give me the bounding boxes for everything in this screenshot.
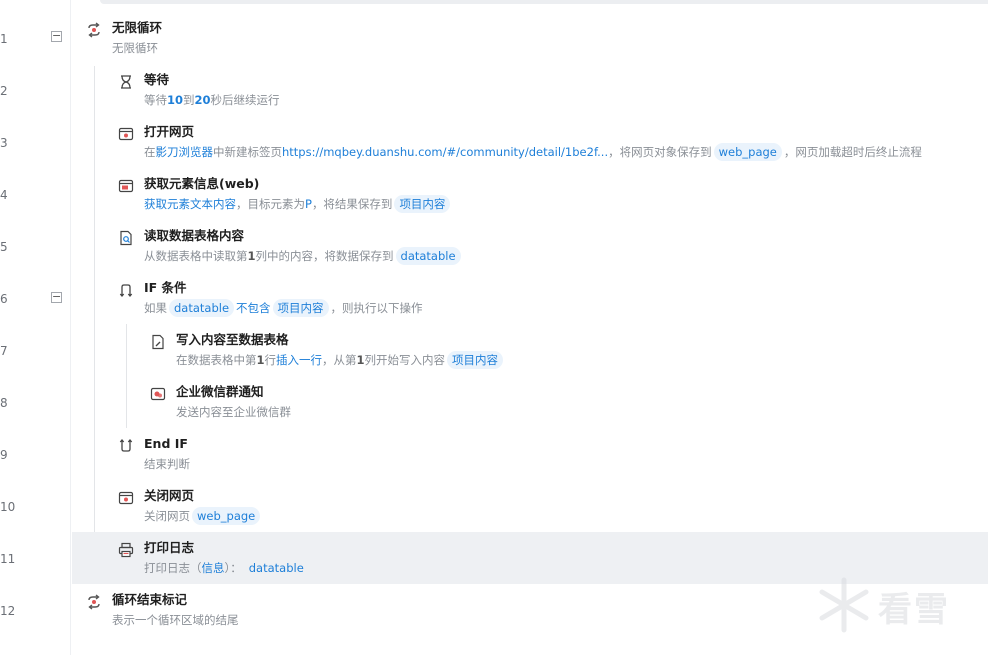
line-number: 9 bbox=[0, 448, 8, 462]
variable-tag: datatable bbox=[248, 561, 304, 575]
step-title: End IF bbox=[144, 436, 188, 451]
step-infinite-loop[interactable]: 无限循环 无限循环 bbox=[86, 20, 586, 60]
variable-tag: web_page bbox=[192, 507, 261, 525]
line-number: 4 bbox=[0, 188, 8, 202]
browser-window-icon bbox=[118, 127, 134, 141]
step-title: 关闭网页 bbox=[144, 488, 195, 503]
step-description: 打印日志（信息）： datatable bbox=[144, 559, 311, 577]
step-description: 从数据表格中读取第1列中的内容，将数据保存到 datatable bbox=[144, 247, 463, 265]
collapse-loop-button[interactable]: − bbox=[51, 30, 62, 42]
step-description: 获取元素文本内容，目标元素为P，将结果保存到 项目内容 bbox=[144, 195, 452, 213]
step-description: 无限循环 bbox=[112, 41, 158, 55]
line-number: 10 bbox=[0, 500, 16, 514]
web-element-icon bbox=[118, 179, 134, 193]
line-number: 7 bbox=[0, 344, 8, 358]
step-get-element-info[interactable]: 获取元素信息(web) 获取元素文本内容，目标元素为P，将结果保存到 项目内容 bbox=[118, 176, 618, 216]
step-title: 获取元素信息(web) bbox=[144, 176, 260, 191]
watermark: 看雪 bbox=[816, 576, 976, 634]
line-number: 3 bbox=[0, 136, 8, 150]
step-write-datatable[interactable]: 写入内容至数据表格 在数据表格中第1行插入一行，从第1列开始写入内容 项目内容 bbox=[150, 332, 650, 372]
hourglass-icon bbox=[121, 75, 131, 89]
step-description: 表示一个循环区域的结尾 bbox=[112, 613, 239, 627]
step-description: 发送内容至企业微信群 bbox=[176, 405, 291, 419]
step-end-if[interactable]: End IF 结束判断 bbox=[118, 436, 618, 476]
variable-tag: web_page bbox=[713, 143, 782, 161]
variable-tag: datatable bbox=[395, 247, 461, 265]
variable-tag: 项目内容 bbox=[447, 351, 504, 369]
step-title: 等待 bbox=[144, 72, 170, 87]
step-description: 关闭网页 web_page bbox=[144, 507, 262, 525]
step-title: 循环结束标记 bbox=[112, 592, 188, 607]
snowflake-icon bbox=[819, 577, 869, 633]
step-wait[interactable]: 等待 等待10到20秒后继续运行 bbox=[118, 72, 618, 112]
variable-tag: 项目内容 bbox=[272, 299, 329, 317]
step-loop-end[interactable]: 循环结束标记 表示一个循环区域的结尾 bbox=[86, 592, 586, 632]
line-number-gutter: 1 2 3 4 5 6 7 8 9 10 11 12 − − bbox=[0, 0, 71, 655]
browser-close-icon bbox=[118, 491, 134, 505]
variable-tag: 项目内容 bbox=[394, 195, 451, 213]
merge-icon bbox=[119, 438, 133, 452]
chat-notification-icon bbox=[150, 387, 166, 401]
document-search-icon bbox=[120, 230, 132, 246]
step-title: IF 条件 bbox=[144, 280, 187, 295]
step-description: 在数据表格中第1行插入一行，从第1列开始写入内容 项目内容 bbox=[176, 351, 505, 369]
step-description: 等待10到20秒后继续运行 bbox=[144, 93, 280, 107]
if-block-guide bbox=[126, 324, 127, 428]
step-print-log[interactable]: 打印日志 打印日志（信息）： datatable bbox=[118, 540, 618, 580]
step-description: 结束判断 bbox=[144, 457, 190, 471]
document-edit-icon bbox=[152, 334, 164, 350]
branch-icon bbox=[119, 284, 133, 298]
step-open-webpage[interactable]: 打开网页 在影刀浏览器中新建标签页https://mqbey.duanshu.c… bbox=[118, 124, 978, 164]
step-if-condition[interactable]: IF 条件 如果 datatable 不包含 项目内容 ，则执行以下操作 bbox=[118, 280, 618, 320]
watermark-text: 看雪 bbox=[878, 590, 950, 630]
loop-block-guide bbox=[94, 66, 95, 582]
step-wecom-notify[interactable]: 企业微信群通知 发送内容至企业微信群 bbox=[150, 384, 650, 424]
step-close-webpage[interactable]: 关闭网页 关闭网页 web_page bbox=[118, 488, 618, 528]
line-number: 5 bbox=[0, 240, 8, 254]
step-title: 读取数据表格内容 bbox=[144, 228, 245, 243]
line-number: 1 bbox=[0, 32, 8, 46]
step-title: 打印日志 bbox=[144, 540, 195, 555]
collapse-if-button[interactable]: − bbox=[51, 291, 62, 303]
step-read-datatable[interactable]: 读取数据表格内容 从数据表格中读取第1列中的内容，将数据保存到 datatable bbox=[118, 228, 618, 268]
line-number: 8 bbox=[0, 396, 8, 410]
line-number: 6 bbox=[0, 292, 8, 306]
line-number: 11 bbox=[0, 552, 16, 566]
step-title: 企业微信群通知 bbox=[176, 384, 264, 399]
step-description: 如果 datatable 不包含 项目内容 ，则执行以下操作 bbox=[144, 299, 423, 317]
line-number: 2 bbox=[0, 84, 8, 98]
step-description: 在影刀浏览器中新建标签页https://mqbey.duanshu.com/#/… bbox=[144, 143, 922, 161]
step-title: 打开网页 bbox=[144, 124, 195, 139]
line-number: 12 bbox=[0, 604, 16, 618]
loop-end-icon bbox=[88, 594, 100, 610]
step-title: 无限循环 bbox=[112, 20, 163, 35]
top-scrollbar-track bbox=[100, 0, 988, 4]
step-title: 写入内容至数据表格 bbox=[176, 332, 289, 347]
loop-icon bbox=[88, 22, 100, 38]
variable-tag: datatable bbox=[169, 299, 235, 317]
printer-icon bbox=[118, 542, 134, 558]
